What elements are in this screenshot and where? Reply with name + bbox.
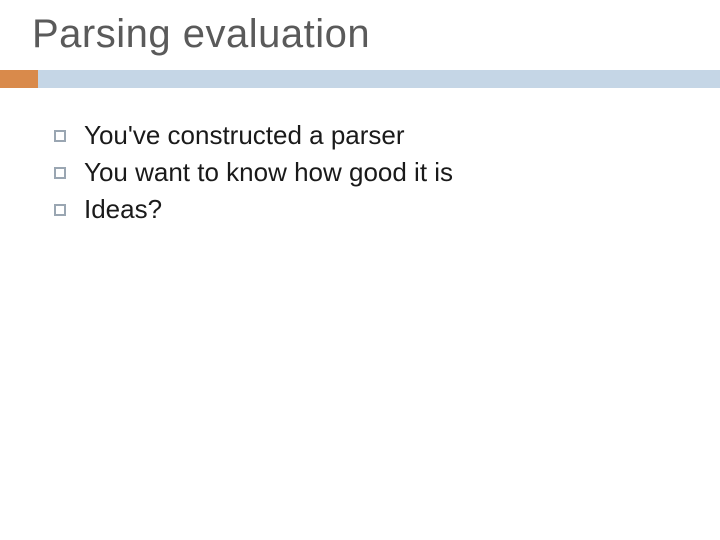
list-item: Ideas? (54, 194, 680, 225)
list-item: You've constructed a parser (54, 120, 680, 151)
square-bullet-icon (54, 130, 66, 142)
slide-title: Parsing evaluation (32, 12, 370, 57)
list-item: You want to know how good it is (54, 157, 680, 188)
bullet-list: You've constructed a parser You want to … (54, 120, 680, 231)
list-item-text: You've constructed a parser (84, 120, 405, 151)
accent-block (0, 70, 38, 88)
divider-bar (0, 70, 720, 88)
slide: Parsing evaluation You've constructed a … (0, 0, 720, 540)
square-bullet-icon (54, 204, 66, 216)
list-item-text: You want to know how good it is (84, 157, 453, 188)
square-bullet-icon (54, 167, 66, 179)
list-item-text: Ideas? (84, 194, 162, 225)
divider-main (38, 70, 720, 88)
